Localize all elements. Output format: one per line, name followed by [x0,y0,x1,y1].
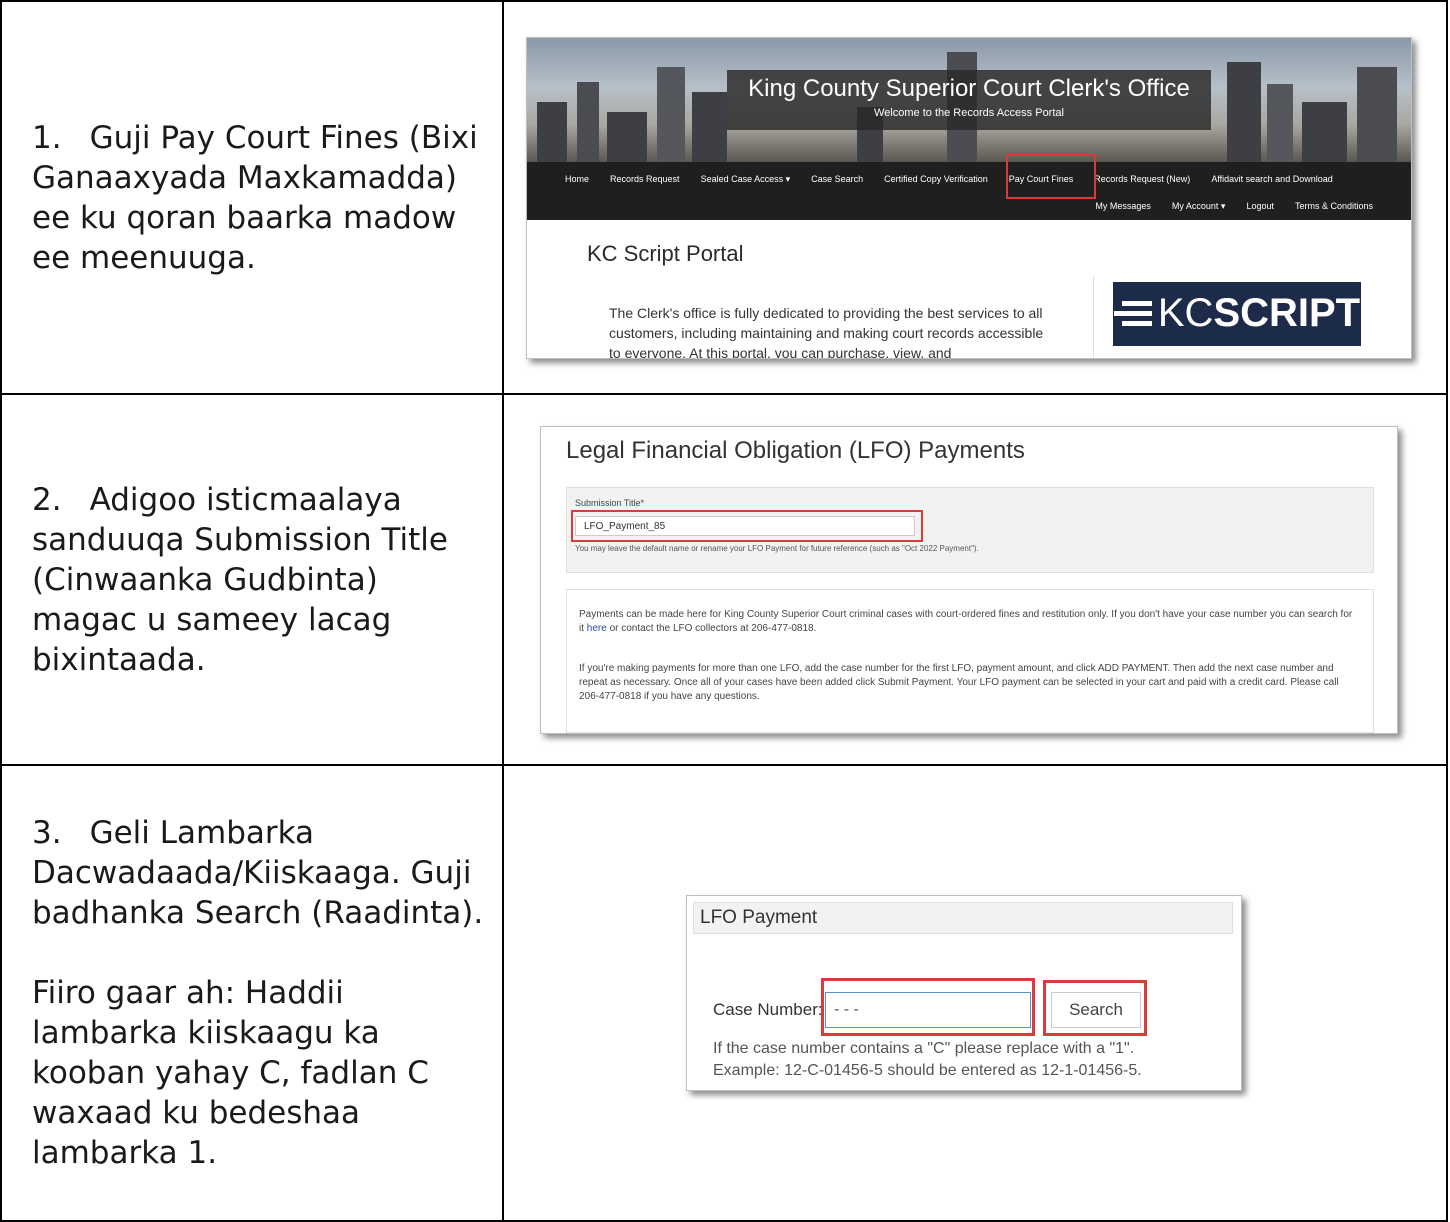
case-number-note: If the case number contains a "C" please… [713,1040,1142,1079]
logo-bars-icon [1113,296,1152,331]
nav-item-my-account[interactable]: My Account ▾ [1172,201,1226,212]
lfo-payment-header: LFO Payment [693,902,1233,934]
lfo-form-title: Legal Financial Obligation (LFO) Payment… [566,436,1025,464]
nav-item-home[interactable]: Home [565,174,589,185]
step-row-3: 3. Geli Lambarka Dacwadaada/Kiiskaaga. Gu… [0,764,1448,1222]
case-number-highlight [821,978,1035,1036]
nav-item-case-search[interactable]: Case Search [811,174,863,185]
lfo-payment-screenshot: LFO Payment Case Number: - - - Search If… [686,895,1242,1091]
search-button-highlight [1043,980,1147,1036]
step-3-text-cell: 3. Geli Lambarka Dacwadaada/Kiiskaaga. Gu… [0,764,504,1222]
step-3-text: 3. Geli Lambarka Dacwadaada/Kiiskaaga. Gu… [32,815,484,931]
nav-row-secondary: My Messages My Account ▾ Logout Terms & … [1074,201,1373,212]
step-1-text-cell: 1. Guji Pay Court Fines (Bixi Ganaaxyada … [0,0,504,395]
submission-panel: Submission Title* LFO_Payment_85 You may… [566,486,1374,573]
case-number-label: Case Number: [713,1000,823,1019]
submission-title-label: Submission Title* [575,497,645,508]
step-1-text: 1. Guji Pay Court Fines (Bixi Ganaaxyada … [32,119,478,276]
kc-script-portal-title: KC Script Portal [587,240,744,266]
step-row-2: 2. Adigoo isticmaalaya sanduuqa Submissio… [0,393,1448,766]
nav-item-records-request-new[interactable]: Records Request (New) [1094,174,1190,185]
lfo-form-screenshot: Legal Financial Obligation (LFO) Payment… [540,425,1398,734]
step-2-text-cell: 2. Adigoo isticmaalaya sanduuqa Submissio… [0,393,504,766]
divider [1093,275,1094,358]
pay-court-fines-highlight [1006,153,1096,199]
instruction-table: 1. Guji Pay Court Fines (Bixi Ganaaxyada … [0,0,1448,1222]
submission-title-highlight [571,509,923,542]
kcscript-logo: KC SCRIPT [1113,281,1361,346]
nav-bar: Home Records Request Sealed Case Access … [527,161,1411,220]
lfo-info-paragraph-1: Payments can be made here for King Count… [579,608,1353,634]
step-3-image-cell: LFO Payment Case Number: - - - Search If… [502,764,1448,1222]
here-link[interactable]: here [587,623,607,634]
nav-item-records-request[interactable]: Records Request [610,174,680,185]
nav-item-sealed-case-access[interactable]: Sealed Case Access ▾ [701,174,791,185]
submission-help-text: You may leave the default name or rename… [575,543,979,553]
step-3-note: Fiiro gaar ah: Haddii lambarka kiiskaagu… [32,975,429,1171]
nav-item-my-messages[interactable]: My Messages [1095,201,1151,212]
portal-title: King County Superior Court Clerk's Offic… [748,74,1190,102]
nav-item-affidavit-search[interactable]: Affidavit search and Download [1211,174,1332,185]
lfo-info-panel: Payments can be made here for King Count… [566,588,1374,733]
portal-intro-text: The Clerk's office is fully dedicated to… [609,304,1044,359]
lfo-info-paragraph-2: If you're making payments for more than … [579,662,1339,702]
nav-item-terms[interactable]: Terms & Conditions [1295,201,1373,212]
nav-row-primary: Home Records Request Sealed Case Access … [565,174,1354,185]
city-skyline-banner: King County Superior Court Clerk's Offic… [527,37,1411,162]
portal-subtitle: Welcome to the Records Access Portal [874,106,1064,119]
portal-screenshot: King County Superior Court Clerk's Offic… [526,36,1412,359]
nav-item-certified-copy[interactable]: Certified Copy Verification [884,174,988,185]
step-1-image-cell: King County Superior Court Clerk's Offic… [502,0,1448,395]
nav-item-logout[interactable]: Logout [1246,201,1274,212]
lfo-payment-title: LFO Payment [700,907,818,928]
step-row-1: 1. Guji Pay Court Fines (Bixi Ganaaxyada … [0,0,1448,395]
portal-title-box: King County Superior Court Clerk's Offic… [727,69,1211,130]
step-2-text: 2. Adigoo isticmaalaya sanduuqa Submissio… [32,481,448,678]
step-2-image-cell: Legal Financial Obligation (LFO) Payment… [502,393,1448,766]
